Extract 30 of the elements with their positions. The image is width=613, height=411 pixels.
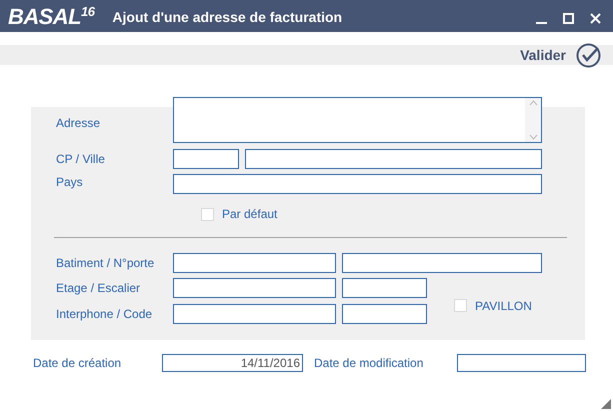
city-field[interactable]: [245, 149, 542, 169]
door-number-field[interactable]: [342, 253, 542, 273]
field-label: Interphone / Code: [55, 306, 154, 323]
modification-date-field[interactable]: [457, 354, 586, 372]
checkbox[interactable]: [201, 208, 214, 220]
intercom-field[interactable]: [173, 304, 336, 324]
field-label: Batiment / N°porte: [55, 255, 156, 272]
window-title: Ajout d'une adresse de facturation: [112, 8, 342, 27]
logo: BASAL$^{16}$: [8, 6, 94, 28]
check-circle-icon: [576, 42, 601, 68]
validate-button[interactable]: Valider: [520, 42, 601, 68]
checkbox-label: PAVILLON: [475, 298, 532, 314]
floor-field[interactable]: [173, 278, 336, 298]
building-field[interactable]: [173, 253, 336, 273]
checkbox[interactable]: [454, 299, 467, 312]
postcode-field[interactable]: [173, 149, 239, 169]
code-field[interactable]: [342, 304, 427, 324]
country-field[interactable]: [173, 174, 542, 194]
close-icon[interactable]: [590, 13, 601, 24]
field-label: CP / Ville: [55, 151, 106, 168]
field-label: Etage / Escalier: [55, 280, 142, 297]
staircase-field[interactable]: [342, 278, 427, 298]
creation-date-field[interactable]: 14/11/2016: [162, 354, 303, 372]
checkbox-label: Par défaut: [222, 206, 278, 223]
field-label: Adresse: [55, 115, 102, 132]
maximize-icon[interactable]: [563, 13, 574, 24]
field-label: Date de modification: [314, 355, 424, 372]
resize-grip-icon[interactable]: [601, 399, 611, 409]
field-label: Date de création: [33, 355, 122, 372]
field-label: Pays: [55, 174, 84, 191]
